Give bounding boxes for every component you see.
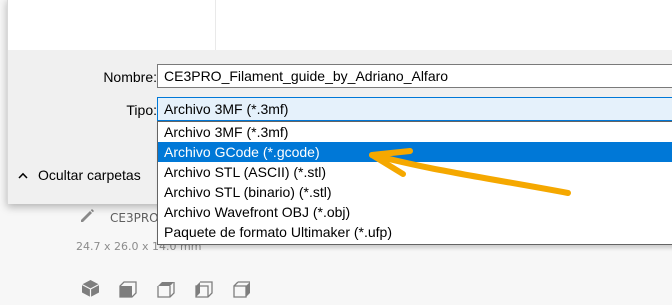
right-view-icon[interactable]: [232, 279, 253, 298]
dropdown-option[interactable]: Archivo GCode (*.gcode): [158, 142, 672, 162]
file-type-select[interactable]: Archivo 3MF (*.3mf): [157, 97, 672, 121]
view-toolbar: [80, 279, 270, 298]
column-divider: [215, 0, 216, 50]
pencil-icon[interactable]: [78, 207, 96, 225]
file-type-dropdown: Archivo 3MF (*.3mf) Archivo GCode (*.gcod…: [157, 121, 672, 245]
dropdown-option[interactable]: Archivo STL (ASCII) (*.stl): [158, 162, 672, 182]
name-label: Nombre:: [103, 69, 157, 85]
hide-folders-button[interactable]: Ocultar carpetas: [18, 167, 141, 183]
chevron-up-icon: [18, 172, 28, 179]
3d-view-icon[interactable]: [80, 279, 101, 298]
top-view-icon[interactable]: [156, 279, 177, 298]
file-name-input[interactable]: CE3PRO_Filament_guide_by_Adriano_Alfaro: [157, 64, 672, 88]
dropdown-option[interactable]: Archivo STL (binario) (*.stl): [158, 182, 672, 202]
file-browser-area[interactable]: [8, 0, 672, 50]
hide-folders-label: Ocultar carpetas: [38, 167, 141, 183]
dropdown-option[interactable]: Archivo 3MF (*.3mf): [158, 122, 672, 142]
dropdown-option[interactable]: Paquete de formato Ultimaker (*.ufp): [158, 222, 672, 242]
left-view-icon[interactable]: [194, 279, 215, 298]
front-view-icon[interactable]: [118, 279, 139, 298]
type-label: Tipo:: [126, 102, 157, 118]
dropdown-option[interactable]: Archivo Wavefront OBJ (*.obj): [158, 202, 672, 222]
